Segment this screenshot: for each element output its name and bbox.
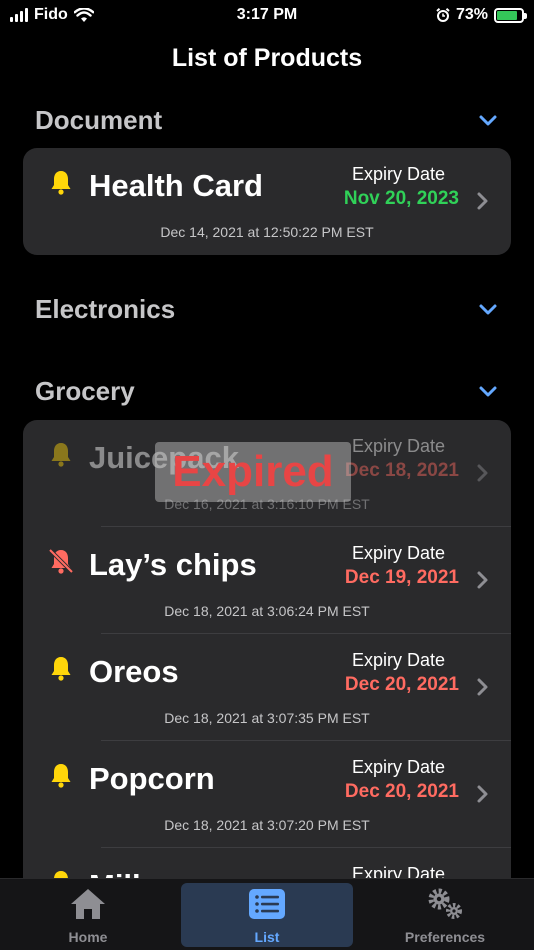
list-item[interactable]: Popcorn Expiry Date Dec 20, 2021 Dec 18,…	[23, 741, 511, 848]
gears-icon	[428, 888, 462, 919]
status-bar: Fido 3:17 PM 73%	[0, 0, 534, 32]
expired-badge: Expired	[155, 442, 351, 502]
tab-list[interactable]: List	[181, 883, 353, 947]
expiry-label: Expiry Date	[351, 650, 445, 670]
chevron-down-icon[interactable]	[477, 298, 499, 320]
tab-label: Preferences	[404, 929, 486, 945]
bell-icon[interactable]	[47, 440, 75, 468]
expiry-date: Nov 20, 2023	[343, 188, 459, 209]
section-title: Document	[35, 104, 163, 135]
section-title: Grocery	[35, 375, 135, 406]
list-item[interactable]: Health Card Expiry Date Nov 20, 2023 Dec…	[23, 148, 511, 255]
tab-preferences[interactable]: Preferences	[370, 883, 520, 947]
grocery-card: Juicepack Expiry Date Dec 18, 2021 Dec 1…	[23, 420, 511, 890]
chevron-right-icon	[477, 678, 488, 696]
house-icon	[71, 889, 105, 919]
document-card: Health Card Expiry Date Nov 20, 2023 Dec…	[23, 148, 511, 255]
expiry-label: Expiry Date	[351, 543, 445, 563]
chevron-down-icon[interactable]	[477, 380, 499, 402]
chevron-right-icon	[477, 192, 488, 210]
tab-label: Home	[68, 929, 108, 945]
bell-slash-icon[interactable]	[47, 547, 75, 575]
created-timestamp: Dec 18, 2021 at 3:06:24 PM EST	[164, 603, 370, 619]
section-header-grocery[interactable]: Grocery	[35, 373, 499, 409]
chevron-right-icon	[477, 785, 488, 803]
product-name: Popcorn	[89, 761, 215, 796]
expiry-label: Expiry Date	[351, 164, 445, 184]
created-timestamp: Dec 18, 2021 at 3:07:35 PM EST	[164, 710, 370, 726]
expiry-date: Dec 20, 2021	[344, 781, 459, 802]
expiry-date: Dec 18, 2021	[344, 460, 459, 481]
status-right: 73%	[436, 6, 527, 24]
tab-bar: Home List Preferences	[0, 878, 534, 950]
product-name: Lay’s chips	[89, 547, 257, 582]
product-name: Oreos	[89, 654, 179, 689]
section-header-electronics[interactable]: Electronics	[35, 291, 499, 327]
chevron-down-icon[interactable]	[477, 109, 499, 131]
expiry-label: Expiry Date	[351, 436, 445, 456]
page-title: List of Products	[171, 44, 363, 72]
expiry-date: Dec 19, 2021	[344, 567, 459, 588]
bell-icon[interactable]	[47, 168, 75, 196]
battery-percent: 73%	[455, 6, 488, 23]
section-title: Electronics	[35, 293, 176, 324]
tab-label: List	[254, 929, 280, 945]
tab-home[interactable]: Home	[20, 883, 156, 947]
list-icon	[249, 889, 285, 919]
created-timestamp: Dec 18, 2021 at 3:07:20 PM EST	[164, 817, 370, 833]
product-name: Health Card	[89, 168, 263, 203]
list-item[interactable]: Oreos Expiry Date Dec 20, 2021 Dec 18, 2…	[23, 634, 511, 741]
expired-badge-label: Expired	[172, 447, 334, 496]
list-item[interactable]: Juicepack Expiry Date Dec 18, 2021 Dec 1…	[23, 420, 511, 527]
battery-icon	[494, 7, 527, 23]
section-header-document[interactable]: Document	[35, 102, 499, 138]
expiry-date: Dec 20, 2021	[344, 674, 459, 695]
expiry-label: Expiry Date	[351, 757, 445, 777]
list-item[interactable]: Lay’s chips Expiry Date Dec 19, 2021 Dec…	[23, 527, 511, 634]
chevron-right-icon	[477, 571, 488, 589]
bell-icon[interactable]	[47, 654, 75, 682]
bell-icon[interactable]	[47, 761, 75, 789]
chevron-right-icon	[477, 464, 488, 482]
alarm-icon	[436, 8, 450, 22]
created-timestamp: Dec 14, 2021 at 12:50:22 PM EST	[160, 224, 374, 240]
